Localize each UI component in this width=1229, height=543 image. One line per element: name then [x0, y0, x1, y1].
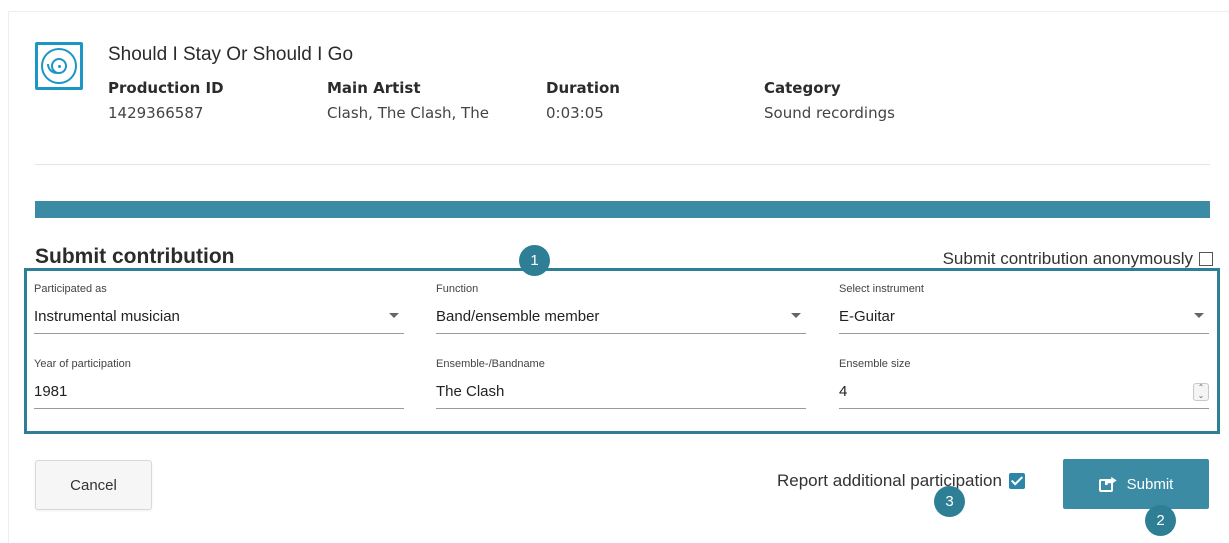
meta-label: Category [764, 79, 841, 97]
meta-production-id: Production ID 1429366587 [108, 79, 224, 122]
cd-case-icon [35, 42, 83, 90]
production-title: Should I Stay Or Should I Go [108, 44, 354, 65]
number-spinner-icon[interactable]: ⌃ ⌄ [1193, 383, 1209, 401]
report-label: Report additional participation [777, 471, 1002, 490]
function-select[interactable]: Function Band/ensemble member [436, 283, 806, 334]
meta-value: 0:03:05 [546, 104, 604, 122]
cancel-button[interactable]: Cancel [35, 460, 152, 510]
field-label: Function [436, 283, 479, 295]
anonymous-option[interactable]: Submit contribution anonymously [943, 249, 1213, 269]
year-input[interactable]: Year of participation 1981 [34, 358, 404, 409]
frame-edge-top [8, 11, 1229, 12]
submit-label: Submit [1126, 475, 1174, 493]
field-label: Year of participation [34, 358, 131, 370]
submit-button[interactable]: Submit [1063, 459, 1209, 509]
caret-down-icon[interactable] [1194, 313, 1204, 318]
field-value[interactable]: 4 [839, 383, 1209, 400]
frame-edge-left [8, 11, 9, 543]
meta-value: Clash, The Clash, The [327, 104, 489, 122]
meta-main-artist: Main Artist Clash, The Clash, The [327, 79, 489, 122]
meta-label: Duration [546, 79, 620, 97]
field-underline [436, 408, 806, 409]
field-label: Select instrument [839, 283, 924, 295]
field-value[interactable]: The Clash [436, 383, 806, 400]
caret-down-icon[interactable] [389, 313, 399, 318]
field-value: Band/ensemble member [436, 308, 600, 325]
meta-value: 1429366587 [108, 104, 204, 122]
field-underline [34, 408, 404, 409]
annotation-badge-3: 3 [934, 486, 965, 517]
field-value[interactable]: 1981 [34, 383, 404, 400]
field-label: Ensemble-/Bandname [436, 358, 545, 370]
field-underline [839, 408, 1209, 409]
bandname-input[interactable]: Ensemble-/Bandname The Clash [436, 358, 806, 409]
field-value: Instrumental musician [34, 308, 180, 325]
progress-bar [35, 201, 1210, 218]
production-header: Should I Stay Or Should I Go Production … [35, 40, 1215, 130]
meta-label: Production ID [108, 79, 224, 97]
field-underline [839, 333, 1209, 334]
report-checkbox[interactable] [1008, 473, 1025, 489]
header-divider [35, 164, 1210, 165]
instrument-select[interactable]: Select instrument E-Guitar [839, 283, 1209, 334]
meta-category: Category Sound recordings [764, 79, 895, 122]
participated-as-select[interactable]: Participated as Instrumental musician [34, 283, 404, 334]
field-label: Ensemble size [839, 358, 911, 370]
share-icon [1098, 476, 1117, 492]
section-title: Submit contribution [35, 245, 235, 268]
field-label: Participated as [34, 283, 107, 295]
anonymous-label: Submit contribution anonymously [942, 249, 1193, 268]
caret-down-icon[interactable] [791, 313, 801, 318]
ensemble-size-input[interactable]: Ensemble size 4 ⌃ ⌄ [839, 358, 1209, 409]
annotation-badge-2: 2 [1145, 505, 1176, 536]
meta-label: Main Artist [327, 79, 421, 97]
meta-value: Sound recordings [764, 104, 895, 122]
annotation-badge-1: 1 [519, 245, 550, 276]
meta-duration: Duration 0:03:05 [546, 79, 620, 122]
field-underline [436, 333, 806, 334]
report-additional-option[interactable]: Report additional participation [777, 471, 1025, 491]
field-value: E-Guitar [839, 308, 895, 325]
field-underline [34, 333, 404, 334]
anonymous-checkbox[interactable] [1199, 252, 1213, 266]
